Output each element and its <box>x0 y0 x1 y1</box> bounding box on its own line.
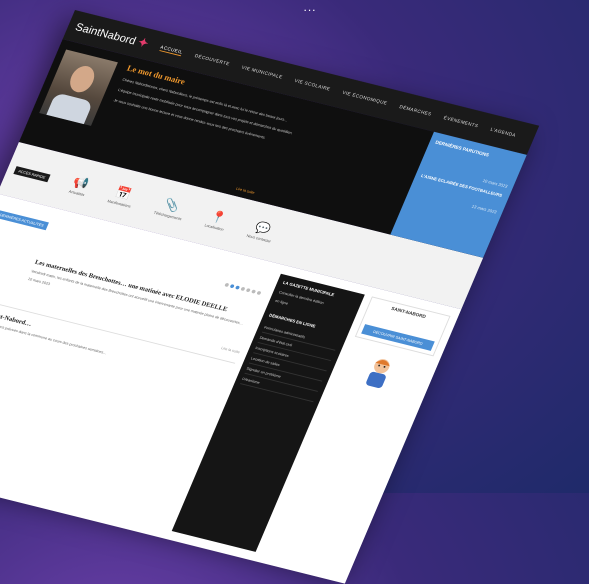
carousel-dot[interactable] <box>256 290 262 296</box>
carousel-dot[interactable] <box>224 282 230 288</box>
quick-access-label: ACCÈS RAPIDE <box>13 165 51 182</box>
nav-item-vie-economique[interactable]: VIE ÉCONOMIQUE <box>341 90 388 106</box>
quick-access-events[interactable]: 📅 Manifestations <box>107 184 138 209</box>
logo-text: SaintNabord <box>73 20 139 48</box>
megaphone-icon: 📢 <box>71 174 92 191</box>
chat-bubble-icon: 💬 <box>253 219 274 236</box>
nav-item-evenements[interactable]: ÉVÉNEMENTS <box>443 115 480 129</box>
tagline: ... <box>303 0 317 14</box>
calendar-icon: 📅 <box>113 184 134 202</box>
carousel-dot[interactable] <box>240 286 246 292</box>
carousel-dot[interactable] <box>229 284 235 289</box>
news-section-tag: DERNIÈRES ACTUALITÉS <box>0 209 49 231</box>
quick-access-location[interactable]: 📍 Localisation <box>204 208 231 231</box>
nav-item-decouverte[interactable]: DÉCOUVERTE <box>194 53 231 67</box>
discover-town-button[interactable]: DÉCOUVRIR SAINT-NABORD <box>361 324 435 351</box>
quick-access-downloads[interactable]: 📎 Téléchargements <box>153 196 188 221</box>
nav-item-vie-municipale[interactable]: VIE MUNICIPALE <box>241 65 284 80</box>
town-box: SAINT-NABORD DÉCOUVRIR SAINT-NABORD <box>354 296 451 357</box>
map-pin-icon: 📍 <box>208 208 229 225</box>
website-screenshot: SaintNabord ✦ ACCUEIL DÉCOUVERTE VIE MUN… <box>0 10 540 584</box>
quick-access-news[interactable]: 📢 Actualités <box>68 174 92 197</box>
nav-item-agenda[interactable]: L'AGENDA <box>489 127 516 138</box>
mascot-illustration <box>366 359 390 389</box>
nav-item-vie-scolaire[interactable]: VIE SCOLAIRE <box>294 78 331 92</box>
carousel-dot[interactable] <box>251 289 257 294</box>
quick-access-contact[interactable]: 💬 Nous contacter <box>246 219 278 243</box>
carousel-dot[interactable] <box>245 288 251 293</box>
carousel-dots <box>224 282 262 296</box>
paperclip-icon: 📎 <box>162 196 183 214</box>
nav-item-accueil[interactable]: ACCUEIL <box>159 44 184 56</box>
town-title: SAINT-NABORD <box>390 306 427 320</box>
nav-item-demarches[interactable]: DÉMARCHES <box>398 104 432 117</box>
carousel-dot[interactable] <box>235 285 241 290</box>
logo-star-icon: ✦ <box>135 35 151 51</box>
